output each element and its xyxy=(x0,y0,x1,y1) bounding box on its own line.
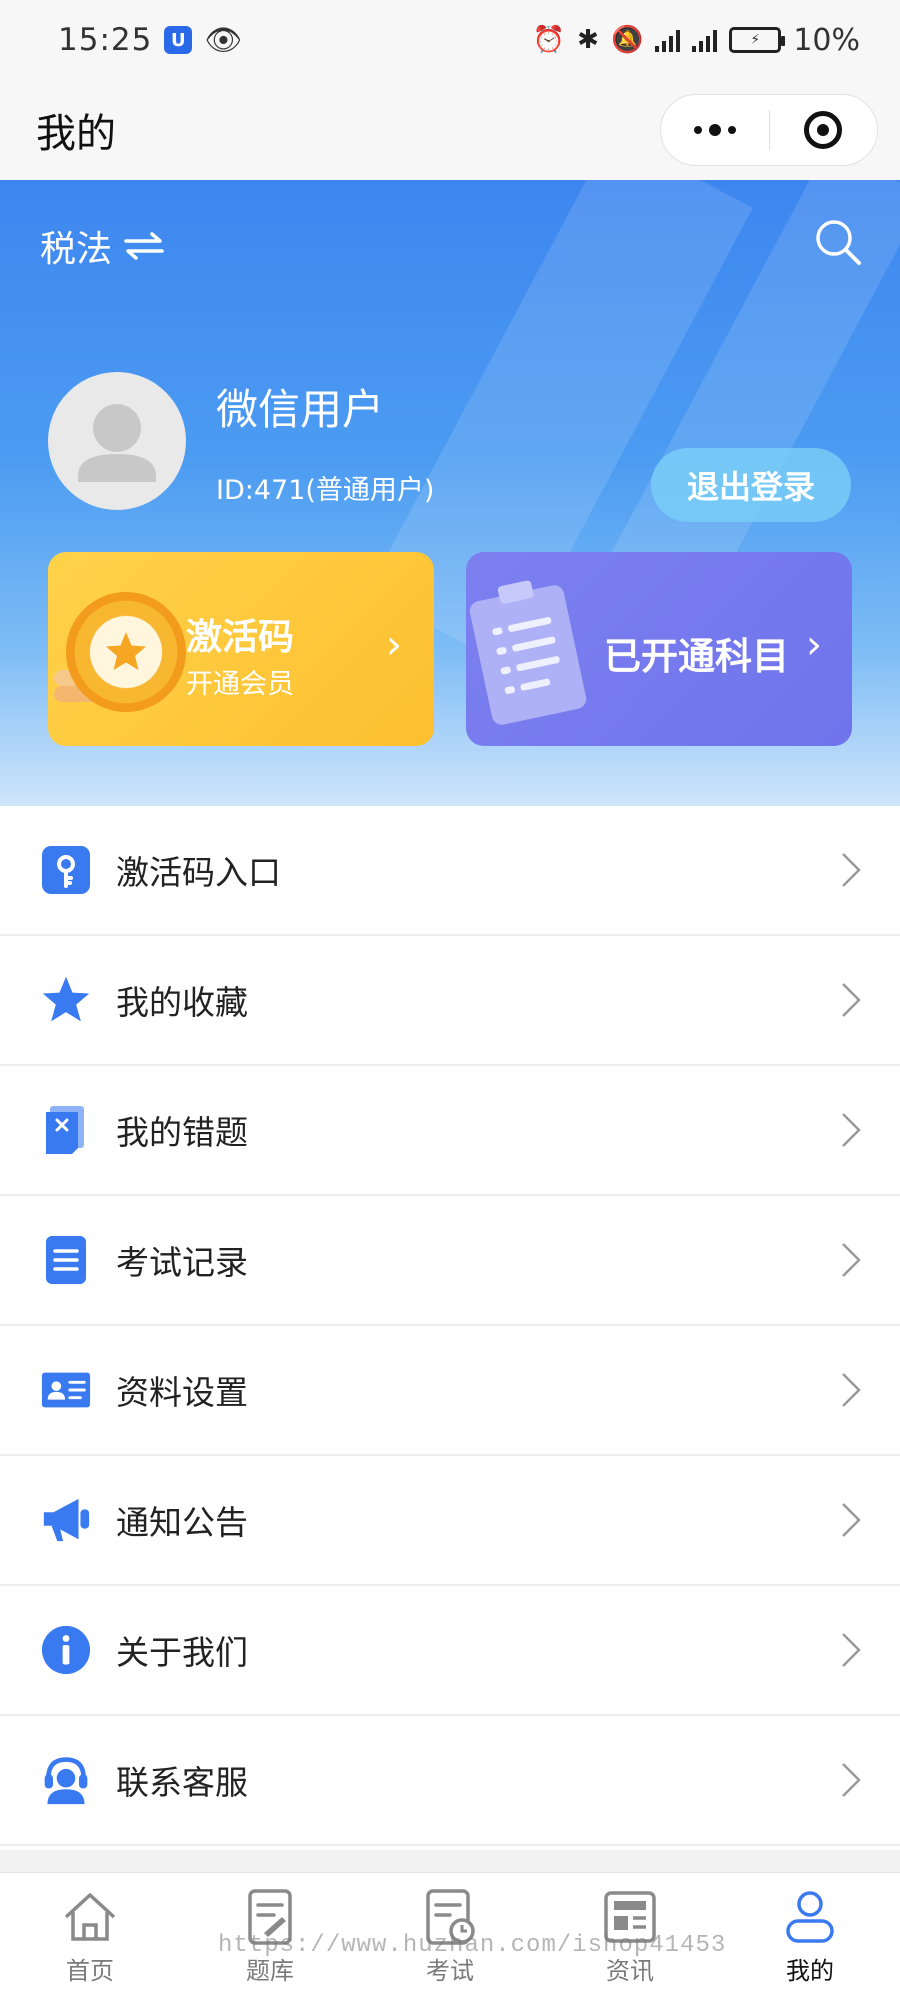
menu-label: 资料设置 xyxy=(116,1373,248,1412)
signal-icon xyxy=(655,28,681,52)
menu-item-favorites[interactable]: 我的收藏 xyxy=(0,936,900,1066)
alarm-icon: ⏰ xyxy=(532,25,566,55)
swap-arrows-icon xyxy=(124,232,164,260)
status-left: 15:25 U 👁 xyxy=(58,22,242,58)
target-circle-icon xyxy=(804,111,843,149)
menu-item-customer-service[interactable]: 联系客服 xyxy=(0,1716,900,1846)
chevron-right-icon xyxy=(842,1633,861,1667)
status-time: 15:25 xyxy=(58,22,153,58)
user-name: 微信用户 xyxy=(216,385,385,434)
headset-icon xyxy=(40,1754,92,1806)
menu-item-about-us[interactable]: 关于我们 xyxy=(0,1586,900,1716)
wrong-note-icon xyxy=(40,1104,92,1156)
chevron-right-icon: › xyxy=(386,622,402,668)
clipboard-icon xyxy=(467,583,589,727)
chevron-right-icon xyxy=(842,1113,861,1147)
more-button[interactable] xyxy=(661,95,769,165)
battery-level: 10% xyxy=(793,22,860,58)
chevron-right-icon xyxy=(842,1243,861,1277)
tab-profile[interactable]: 我的 xyxy=(720,1873,900,2000)
status-bar: 15:25 U 👁 ⏰ ✱ 🔕 ⚡ 10% xyxy=(0,0,900,80)
menu-list: 激活码入口 我的收藏 我的错题 考试记录 资料设置 通知公告 关于我们 联系客服 xyxy=(0,806,900,1846)
avatar[interactable] xyxy=(48,372,186,510)
menu-label: 激活码入口 xyxy=(116,853,281,892)
home-icon xyxy=(64,1893,116,1941)
search-icon[interactable] xyxy=(812,216,864,268)
subjects-card-title: 已开通科目 xyxy=(604,635,789,678)
menu-label: 考试记录 xyxy=(116,1243,248,1282)
menu-item-exam-records[interactable]: 考试记录 xyxy=(0,1196,900,1326)
menu-item-activation-entry[interactable]: 激活码入口 xyxy=(0,806,900,936)
mute-icon: 🔕 xyxy=(610,25,644,55)
app-shield-icon: U xyxy=(164,26,193,54)
megaphone-icon xyxy=(40,1494,92,1546)
menu-item-wrong-questions[interactable]: 我的错题 xyxy=(0,1066,900,1196)
chevron-right-icon xyxy=(842,853,861,887)
menu-label: 联系客服 xyxy=(116,1763,248,1802)
menu-label: 通知公告 xyxy=(116,1503,248,1542)
chevron-right-icon xyxy=(842,1373,861,1407)
key-icon xyxy=(40,844,92,896)
document-list-icon xyxy=(40,1234,92,1286)
subject-switch[interactable]: 税法 xyxy=(40,220,166,272)
mini-program-capsule xyxy=(660,94,878,166)
section-spacer xyxy=(0,1850,900,1872)
chevron-right-icon xyxy=(842,1763,861,1797)
chevron-right-icon xyxy=(842,983,861,1017)
activation-code-card[interactable]: 激活码 开通会员 › xyxy=(48,552,434,746)
status-right: ⏰ ✱ 🔕 ⚡ 10% xyxy=(533,23,860,58)
watermark: https://www.huzhan.com/ishop41453 xyxy=(218,1932,727,1959)
enrolled-subjects-card[interactable]: 已开通科目 › xyxy=(466,552,852,746)
chevron-right-icon xyxy=(842,1503,861,1537)
subject-label: 税法 xyxy=(40,229,113,270)
chevron-right-icon: › xyxy=(806,622,822,668)
menu-item-announcements[interactable]: 通知公告 xyxy=(0,1456,900,1586)
default-avatar-icon xyxy=(78,404,156,482)
activation-card-subtitle: 开通会员 xyxy=(186,669,294,700)
info-icon xyxy=(40,1624,92,1676)
tab-label: 我的 xyxy=(786,1957,834,1985)
user-id: ID:471(普通用户) xyxy=(216,475,435,506)
menu-label: 我的收藏 xyxy=(116,983,248,1022)
signal-icon-2 xyxy=(692,28,718,52)
tab-label: 首页 xyxy=(66,1957,114,1985)
menu-item-profile-settings[interactable]: 资料设置 xyxy=(0,1326,900,1456)
battery-icon: ⚡ xyxy=(729,27,786,53)
menu-label: 我的错题 xyxy=(116,1113,248,1152)
bluetooth-icon: ✱ xyxy=(577,25,599,55)
more-dots-icon xyxy=(693,124,736,136)
menu-label: 关于我们 xyxy=(116,1633,248,1672)
profile-header: 税法 微信用户 ID:471(普通用户) 退出登录 激活码 开通会员 › 已开通… xyxy=(0,180,900,806)
activation-card-title: 激活码 xyxy=(186,617,295,658)
logout-button[interactable]: 退出登录 xyxy=(651,448,851,522)
eye-icon: 👁 xyxy=(204,22,243,58)
close-button[interactable] xyxy=(770,95,878,165)
tab-home[interactable]: 首页 xyxy=(0,1873,180,2000)
page-title: 我的 xyxy=(36,111,116,157)
profile-icon xyxy=(786,1891,834,1943)
id-card-icon xyxy=(40,1364,92,1416)
title-bar: 我的 xyxy=(0,80,900,180)
coin-star-icon xyxy=(66,592,186,712)
star-icon xyxy=(40,974,92,1026)
